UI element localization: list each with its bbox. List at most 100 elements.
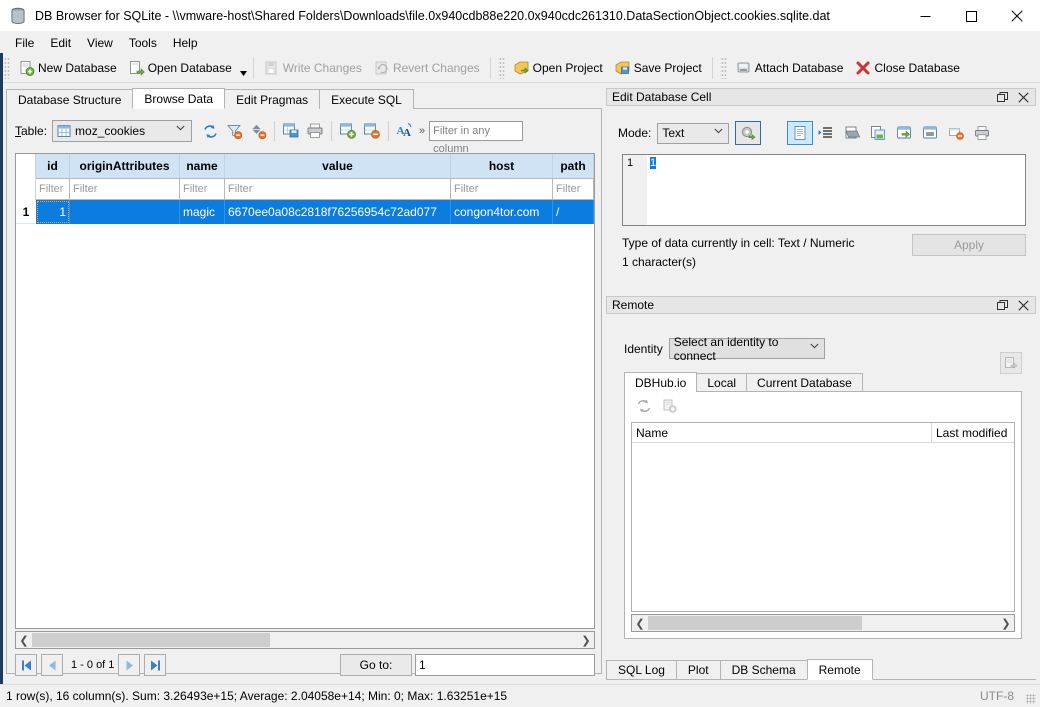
insert-record-button[interactable] <box>336 119 360 143</box>
bottom-tab-remote[interactable]: Remote <box>806 659 873 680</box>
bottom-tab-db-schema[interactable]: DB Schema <box>719 660 808 680</box>
cell-host[interactable]: congon4tor.com <box>451 200 553 224</box>
open-database-dropdown[interactable] <box>238 57 249 79</box>
remote-file-list[interactable]: Name Last modified <box>631 422 1015 612</box>
tab-database-structure[interactable]: Database Structure <box>6 89 134 109</box>
next-page-button[interactable] <box>118 654 141 676</box>
filter-input-id[interactable]: Filter <box>36 178 70 200</box>
table-row[interactable]: 1 1 magic 6670ee0a08c2818f76256954c72ad0… <box>16 200 594 224</box>
cell-name[interactable]: magic <box>180 200 225 224</box>
cell-id[interactable]: 1 <box>36 200 70 224</box>
filter-input-name[interactable]: Filter <box>180 178 225 200</box>
editor-content[interactable]: 1 <box>647 155 1025 225</box>
filter-input-host[interactable]: Filter <box>451 178 553 200</box>
remote-float-button[interactable] <box>993 297 1011 313</box>
tab-execute-sql[interactable]: Execute SQL <box>319 89 414 109</box>
delete-record-button[interactable] <box>360 119 384 143</box>
open-database-button[interactable]: Open Database <box>123 56 238 80</box>
toolbar-grip-2[interactable] <box>497 56 505 79</box>
goto-input[interactable]: 1 <box>415 654 595 676</box>
open-file-button[interactable] <box>839 121 865 145</box>
remote-list-horizontal-scrollbar[interactable]: ❮ ❯ <box>631 614 1015 632</box>
close-button[interactable] <box>994 0 1040 32</box>
remote-new-database-button[interactable] <box>657 394 683 418</box>
cell-originattributes[interactable] <box>70 200 180 224</box>
tab-edit-pragmas[interactable]: Edit Pragmas <box>224 89 321 109</box>
last-page-button[interactable] <box>144 654 167 676</box>
column-header-path[interactable]: path <box>553 154 594 178</box>
close-database-button[interactable]: Close Database <box>849 56 965 80</box>
apply-mode-button[interactable] <box>735 121 762 145</box>
remote-column-last-modified[interactable]: Last modified <box>932 423 1014 442</box>
cell-path[interactable]: / <box>553 200 594 224</box>
remote-tab-local[interactable]: Local <box>696 373 748 392</box>
bottom-tab-plot[interactable]: Plot <box>675 660 721 680</box>
scroll-left-icon[interactable]: ❮ <box>632 615 648 631</box>
tab-browse-data[interactable]: Browse Data <box>132 88 226 109</box>
cell-value[interactable]: 6670ee0a08c2818f76256954c72ad077 <box>225 200 451 224</box>
resize-grip[interactable] <box>1026 694 1036 704</box>
word-wrap-button[interactable] <box>813 121 839 145</box>
maximize-button[interactable] <box>948 0 994 32</box>
find-replace-button[interactable]: A A <box>393 119 417 143</box>
goto-button[interactable]: Go to: <box>340 654 412 676</box>
menu-help[interactable]: Help <box>165 34 206 52</box>
remote-refresh-button[interactable] <box>631 394 657 418</box>
export-button[interactable] <box>891 121 917 145</box>
edit-cell-float-button[interactable] <box>993 89 1011 105</box>
filter-input-path[interactable]: Filter <box>553 178 594 200</box>
column-header-id[interactable]: id <box>36 154 70 178</box>
remote-tab-current-database[interactable]: Current Database <box>746 373 863 392</box>
scroll-right-icon[interactable]: ❯ <box>578 632 594 648</box>
revert-changes-button[interactable]: Revert Changes <box>368 56 486 80</box>
save-project-button[interactable]: Save Project <box>609 56 708 80</box>
row-number[interactable]: 1 <box>16 200 36 224</box>
remote-column-name[interactable]: Name <box>632 423 932 442</box>
text-view-button[interactable] <box>787 121 814 145</box>
scrollbar-thumb[interactable] <box>648 616 862 630</box>
copy-button[interactable] <box>865 121 891 145</box>
identity-select[interactable]: Select an identity to connect <box>668 335 825 363</box>
column-header-originattributes[interactable]: originAttributes <box>70 154 180 178</box>
scroll-left-icon[interactable]: ❮ <box>16 632 32 648</box>
column-header-value[interactable]: value <box>225 154 451 178</box>
menu-file[interactable]: File <box>7 34 42 52</box>
edit-cell-close-button[interactable] <box>1014 89 1032 105</box>
remote-tab-dbhub[interactable]: DBHub.io <box>624 372 698 392</box>
clear-filters-button[interactable] <box>222 119 246 143</box>
sort-by-button[interactable] <box>246 119 270 143</box>
print-cell-button[interactable] <box>969 121 995 145</box>
attach-database-button[interactable]: Attach Database <box>730 56 850 80</box>
refresh-button[interactable] <box>198 119 222 143</box>
minimize-button[interactable] <box>902 0 948 32</box>
import-button[interactable] <box>917 121 943 145</box>
menu-view[interactable]: View <box>79 34 121 52</box>
set-null-button[interactable] <box>943 121 969 145</box>
print-button[interactable] <box>303 119 327 143</box>
filter-input-value[interactable]: Filter <box>225 178 451 200</box>
toolbar-grip[interactable] <box>3 56 10 79</box>
first-page-button[interactable] <box>15 654 37 676</box>
cell-editor[interactable]: 1 1 <box>622 154 1026 226</box>
apply-button[interactable]: Apply <box>912 234 1026 256</box>
bottom-tab-sql-log[interactable]: SQL Log <box>606 660 677 680</box>
column-header-host[interactable]: host <box>451 154 553 178</box>
connect-button[interactable] <box>1000 352 1022 374</box>
scrollbar-thumb[interactable] <box>32 633 270 647</box>
scroll-right-icon[interactable]: ❯ <box>998 615 1014 631</box>
new-database-button[interactable]: New Database <box>13 56 123 80</box>
expand-filters-button[interactable]: » <box>419 125 425 137</box>
menu-edit[interactable]: Edit <box>42 34 79 52</box>
column-header-name[interactable]: name <box>180 154 225 178</box>
grid-corner-header[interactable] <box>16 154 36 178</box>
toolbar-grip-3[interactable] <box>719 56 727 79</box>
open-project-button[interactable]: Open Project <box>508 56 609 80</box>
remote-close-button[interactable] <box>1014 297 1032 313</box>
mode-select[interactable]: Text <box>657 122 730 144</box>
filter-input-originattributes[interactable]: Filter <box>70 178 180 200</box>
previous-page-button[interactable] <box>41 654 63 676</box>
write-changes-button[interactable]: Write Changes <box>258 56 368 80</box>
grid-horizontal-scrollbar[interactable]: ❮ ❯ <box>15 631 595 649</box>
save-results-button[interactable] <box>279 119 303 143</box>
menu-tools[interactable]: Tools <box>121 34 165 52</box>
